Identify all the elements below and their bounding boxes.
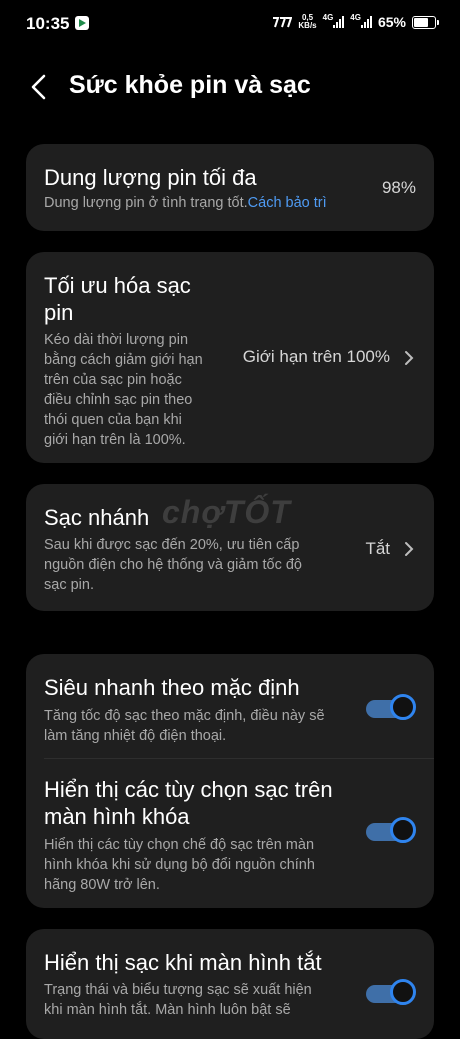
desc-line: thói quen của bạn khi [44, 412, 182, 428]
status-right: 0,5 KB/s 4G 4G 65% [272, 13, 439, 30]
max-capacity-desc-text: Dung lượng pin ở tình trạng tốt. [44, 195, 248, 211]
charge-optimization-card[interactable]: Tối ưu hóa sạc pin Kéo dài thời lượng pi… [26, 252, 434, 463]
chevron-right-icon [405, 542, 414, 556]
chevron-right-icon [405, 351, 414, 365]
signal-1-icon [333, 16, 345, 28]
status-time: 10:35 [26, 14, 70, 33]
lockscreen-options-row[interactable]: Hiển thị các tùy chọn sạc trên màn hình … [26, 758, 434, 908]
battery-percent: 65% [377, 14, 406, 30]
desc-line: làm tăng nhiệt độ điện thoại. [44, 728, 227, 744]
fast-charging-title: Sạc nhánh [44, 505, 150, 530]
speed-unit: KB/s [298, 21, 317, 30]
lockscreen-options-desc: Hiển thị các tùy chọn chế độ sạc trên mà… [44, 835, 315, 895]
screen-off-charging-card[interactable]: Hiển thị sạc khi màn hình tắt Trạng thái… [26, 929, 434, 1039]
max-capacity-card[interactable]: Dung lượng pin tối đa Dung lượng pin ở t… [26, 144, 434, 231]
super-fast-default-toggle[interactable] [366, 694, 416, 722]
charge-limit-value: Giới hạn trên 100% [242, 347, 390, 366]
desc-line: Sau khi được sạc đến 20%, ưu tiên cấp [44, 537, 300, 553]
super-fast-default-title: Siêu nhanh theo mặc định [44, 675, 300, 700]
desc-line: điều chỉnh sạc pin theo [44, 392, 193, 408]
charging-options-card: Siêu nhanh theo mặc định Tăng tốc độ sạc… [26, 654, 434, 908]
screen-off-charging-toggle[interactable] [366, 979, 416, 1007]
desc-line: Tăng tốc độ sạc theo mặc định, điều này … [44, 708, 325, 724]
desc-line: khi màn hình tắt. Màn hình luôn bật sẽ [44, 1002, 291, 1018]
desc-line: hãng 80W trở lên. [44, 877, 160, 893]
maintenance-link[interactable]: Cách bảo trì [248, 195, 327, 211]
desc-line: trên của sạc pin hoặc [44, 372, 182, 388]
desc-line: bằng cách giảm giới hạn [44, 352, 203, 368]
signal-2-icon [360, 16, 372, 28]
max-capacity-value: 98% [381, 178, 416, 197]
network-type-1: 4G [322, 13, 334, 22]
charge-optimization-title-line2: pin [44, 300, 74, 325]
desc-line: Trạng thái và biểu tượng sạc sẽ xuất hiệ… [44, 982, 312, 998]
desc-line: Kéo dài thời lượng pin [44, 332, 189, 348]
battery-icon [412, 15, 439, 29]
super-fast-default-row[interactable]: Siêu nhanh theo mặc định Tăng tốc độ sạc… [26, 654, 434, 758]
max-capacity-title: Dung lượng pin tối đa [44, 165, 257, 190]
charge-optimization-desc: Kéo dài thời lượng pin bằng cách giảm gi… [44, 330, 203, 450]
desc-line: sạc pin. [44, 577, 94, 593]
status-bar: 10:35 0,5 KB/s 4G 4G 65% [0, 0, 460, 50]
network-type-2: 4G [350, 13, 361, 22]
desc-line: nguồn điện cho hệ thống và giảm tốc độ [44, 557, 302, 573]
page-title: Sức khỏe pin và sạc [69, 71, 311, 99]
desc-line: Hiển thị các tùy chọn chế độ sạc trên mà… [44, 837, 315, 853]
charge-optimization-title-line1: Tối ưu hóa sạc [44, 273, 191, 298]
lockscreen-options-toggle[interactable] [366, 817, 416, 845]
super-fast-default-desc: Tăng tốc độ sạc theo mặc định, điều này … [44, 706, 325, 746]
lockscreen-options-title-line2: màn hình khóa [44, 804, 190, 829]
lockscreen-options-title-line1: Hiển thị các tùy chọn sạc trên [44, 777, 333, 802]
desc-line: giới hạn trên là 100%. [44, 432, 186, 448]
network-speed: 0,5 KB/s [298, 14, 316, 30]
vowifi-icon [273, 17, 293, 28]
screen-off-charging-desc: Trạng thái và biểu tượng sạc sẽ xuất hiệ… [44, 980, 312, 1020]
desc-line: hình khóa khi sử dụng bộ đổi nguồn chính [44, 857, 315, 873]
max-capacity-desc: Dung lượng pin ở tình trạng tốt.Cách bảo… [44, 193, 327, 213]
fast-charging-desc: Sau khi được sạc đến 20%, ưu tiên cấp ng… [44, 535, 302, 595]
watermark-logo: chợTỐT [162, 494, 291, 530]
fast-charging-value: Tắt [365, 539, 390, 558]
back-arrow-icon[interactable] [26, 72, 56, 102]
screen-off-charging-title: Hiển thị sạc khi màn hình tắt [44, 950, 322, 975]
play-store-icon [75, 16, 89, 30]
